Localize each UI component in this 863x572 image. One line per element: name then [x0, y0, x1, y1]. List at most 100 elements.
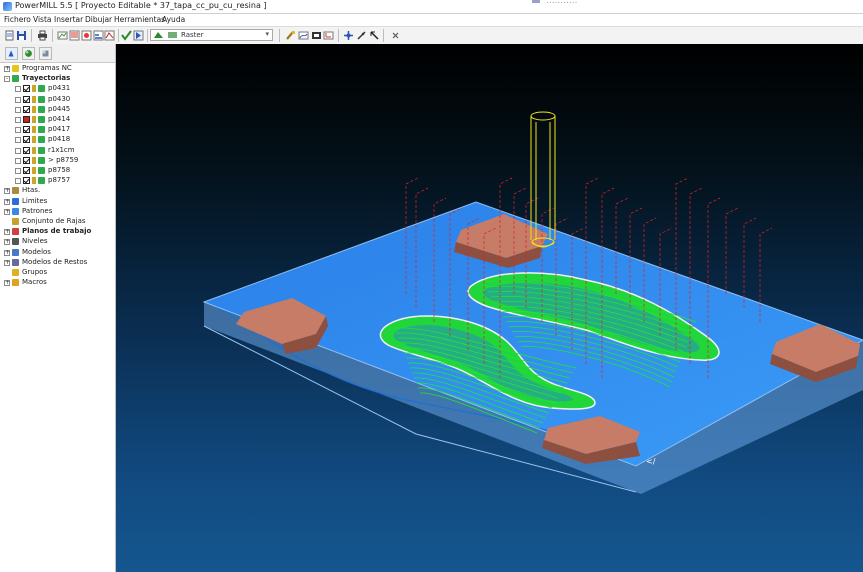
workplane-icon[interactable] [323, 30, 334, 41]
tree-expander-icon[interactable] [15, 168, 21, 174]
new-project-icon[interactable] [4, 30, 15, 41]
toolpath-icon [38, 95, 45, 103]
tree-expander-icon[interactable] [15, 127, 21, 134]
explorer-tab-icon[interactable] [5, 47, 18, 60]
tree-expander-icon[interactable] [15, 178, 21, 185]
close-toolbar-icon[interactable] [390, 30, 401, 41]
tree-item-label: Grupos [22, 268, 48, 276]
tree-item-toolpath[interactable]: > p8759 [0, 156, 115, 166]
verify-check-icon[interactable] [121, 30, 132, 41]
tool-icon [32, 85, 36, 93]
tree-item-feature-sets[interactable]: Conjunto de Rajas [0, 217, 115, 227]
tree-expander-icon[interactable] [15, 137, 21, 144]
toolpath-visibility-checkbox[interactable] [23, 105, 30, 113]
menu-herramientas[interactable]: Herramientas [114, 15, 165, 24]
menu-fichero[interactable]: Fichero [4, 15, 31, 24]
measure-icon[interactable] [356, 30, 367, 41]
tools-icon [12, 187, 19, 195]
toolbar-separator [383, 29, 384, 42]
pattern-icon[interactable] [311, 30, 322, 41]
tree-expander-icon[interactable]: + [4, 280, 10, 287]
toolbar-separator [338, 29, 339, 42]
toolpath-visibility-checkbox[interactable] [23, 156, 30, 164]
tree-item-models[interactable]: + Modelos [0, 248, 115, 258]
toolpath-visibility-checkbox[interactable] [23, 177, 30, 185]
macros-icon [12, 279, 19, 287]
tree-item-levels[interactable]: + Niveles [0, 237, 115, 247]
tree-item-groups[interactable]: Grupos [0, 268, 115, 278]
strategy-selector[interactable]: Raster ▾ [150, 29, 273, 41]
tree-expander-icon[interactable] [15, 117, 21, 123]
title-bar: PowerMILL 5.5 [ Proyecto Editable * 37_t… [0, 0, 863, 14]
tool-icon [32, 116, 36, 123]
toolpath-visibility-checkbox[interactable] [23, 146, 30, 154]
tree-expander-icon[interactable]: + [4, 66, 10, 72]
menu-dibujar[interactable]: Dibujar [85, 15, 112, 24]
save-icon[interactable] [16, 30, 27, 41]
start-end-point-icon[interactable] [81, 30, 92, 41]
toolpath-visibility-checkbox[interactable] [23, 85, 30, 93]
tree-expander-icon[interactable] [15, 157, 21, 164]
tree-item-toolpath[interactable]: p0418 [0, 135, 115, 145]
toolpath-visibility-checkbox[interactable] [23, 126, 30, 134]
tree-expander-icon[interactable]: + [4, 208, 10, 215]
menu-ayuda[interactable]: Ayuda [162, 15, 185, 24]
tree-item-toolpath[interactable]: p0417 [0, 125, 115, 135]
tree-item-toolpath[interactable]: p8757 [0, 176, 115, 186]
model-tree-icon[interactable] [343, 30, 354, 41]
tree-item-boundaries[interactable]: + Limites [0, 197, 115, 207]
tree-item-toolpath[interactable]: p0430 [0, 95, 115, 105]
tool-icon [32, 136, 36, 144]
stock-models-icon [12, 258, 19, 266]
tree-expander-icon[interactable] [15, 106, 21, 113]
tree-item-macros[interactable]: + Macros [0, 278, 115, 288]
feeds-speeds-icon[interactable] [93, 30, 104, 41]
viewing-tab-icon[interactable] [22, 47, 35, 60]
tree-expander-icon[interactable] [15, 86, 21, 93]
tree-item-toolpath[interactable]: p0414 [0, 115, 115, 125]
rapid-move-heights-icon[interactable] [69, 30, 80, 41]
tree-item-nc-program[interactable]: + Programas NC [0, 64, 115, 74]
tree-item-toolpath[interactable]: p0431 [0, 84, 115, 94]
tree-expander-icon[interactable] [15, 147, 21, 154]
tree-item-label: Limites [22, 196, 48, 205]
calculate-block-icon[interactable] [57, 30, 68, 41]
tree-expander-icon[interactable]: - [4, 76, 10, 83]
toolpath-visibility-checkbox[interactable] [23, 167, 30, 174]
print-icon[interactable] [37, 30, 48, 41]
toolbar-separator [118, 29, 119, 42]
graphics-viewport[interactable]: </ [116, 44, 863, 572]
tree-item-toolpath[interactable]: p0445 [0, 105, 115, 115]
tool-icon [32, 167, 36, 174]
menu-vista[interactable]: Vista [33, 15, 52, 24]
shading-tab-icon[interactable] [39, 47, 52, 60]
tree-expander-icon[interactable] [15, 96, 21, 103]
tree-expander-icon[interactable]: + [4, 229, 10, 236]
tree-expander-icon[interactable]: + [4, 198, 10, 205]
tree-item-toolpath[interactable]: r1x1cm [0, 146, 115, 156]
main-toolbar: Raster ▾ [0, 26, 863, 45]
leads-links-icon[interactable] [104, 30, 115, 41]
simulate-icon[interactable] [133, 30, 144, 41]
tree-expander-icon[interactable]: + [4, 259, 10, 266]
tree-item-patterns[interactable]: + Patrones [0, 207, 115, 217]
tree-item-toolpath[interactable]: p8758 [0, 166, 115, 176]
tree-item-toolpaths[interactable]: - Trayectorias [0, 74, 115, 84]
tree-expander-icon[interactable]: + [4, 249, 10, 256]
nc-program-icon [12, 65, 19, 72]
menu-insertar[interactable]: Insertar [54, 15, 83, 24]
tool-definition-icon[interactable] [285, 30, 296, 41]
tree-expander-icon[interactable]: + [4, 239, 10, 246]
toolpath-visibility-checkbox[interactable] [23, 95, 30, 103]
tree-item-label: p0417 [48, 125, 71, 134]
boundary-icon[interactable] [298, 30, 309, 41]
chevron-down-icon[interactable]: ▾ [265, 30, 269, 38]
tree-expander-icon[interactable]: + [4, 188, 10, 195]
tree-item-stock-models[interactable]: + Modelos de Restos [0, 258, 115, 268]
toolpath-visibility-checkbox[interactable] [23, 116, 30, 123]
tree-item-tools[interactable]: + Htas. [0, 186, 115, 196]
toolpath-visibility-checkbox[interactable] [23, 136, 30, 144]
tool-icon [32, 126, 36, 134]
tree-item-workplanes[interactable]: + Planos de trabajo [0, 227, 115, 237]
help-pointer-icon[interactable] [369, 30, 380, 41]
